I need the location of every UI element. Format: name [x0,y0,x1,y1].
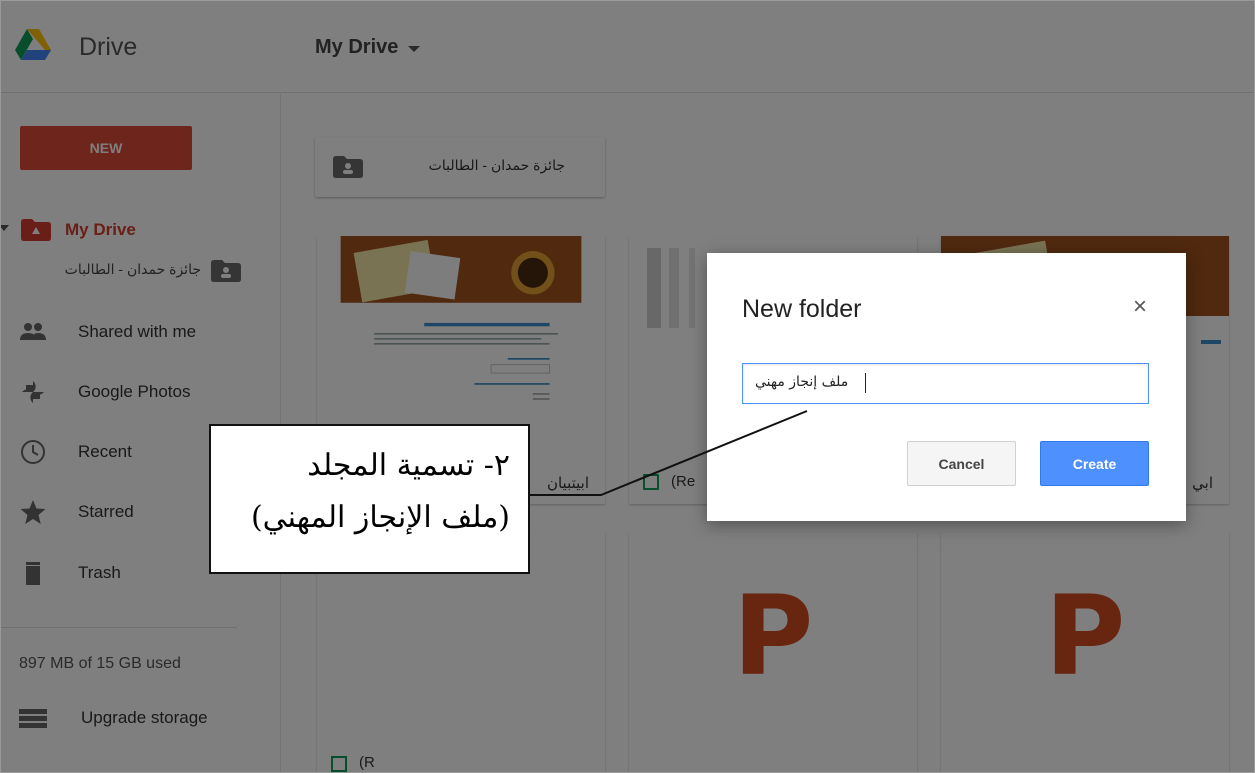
text-cursor [865,373,866,393]
close-icon[interactable]: × [1128,295,1152,319]
drive-window: Drive My Drive NEW My Drive جائزة حمدان … [0,0,1255,773]
new-folder-dialog: New folder × ملف إنجاز مهني Cancel Creat… [707,253,1186,521]
folder-name-input[interactable]: ملف إنجاز مهني [742,363,1149,404]
dialog-title: New folder [742,295,862,323]
annotation-line-1: ٢- تسمية المجلد [307,448,510,483]
annotation-line-2: (ملف الإنجاز المهني) [250,500,510,535]
cancel-button[interactable]: Cancel [907,441,1016,486]
create-button[interactable]: Create [1040,441,1149,486]
annotation-callout: ٢- تسمية المجلد (ملف الإنجاز المهني) [209,424,530,574]
